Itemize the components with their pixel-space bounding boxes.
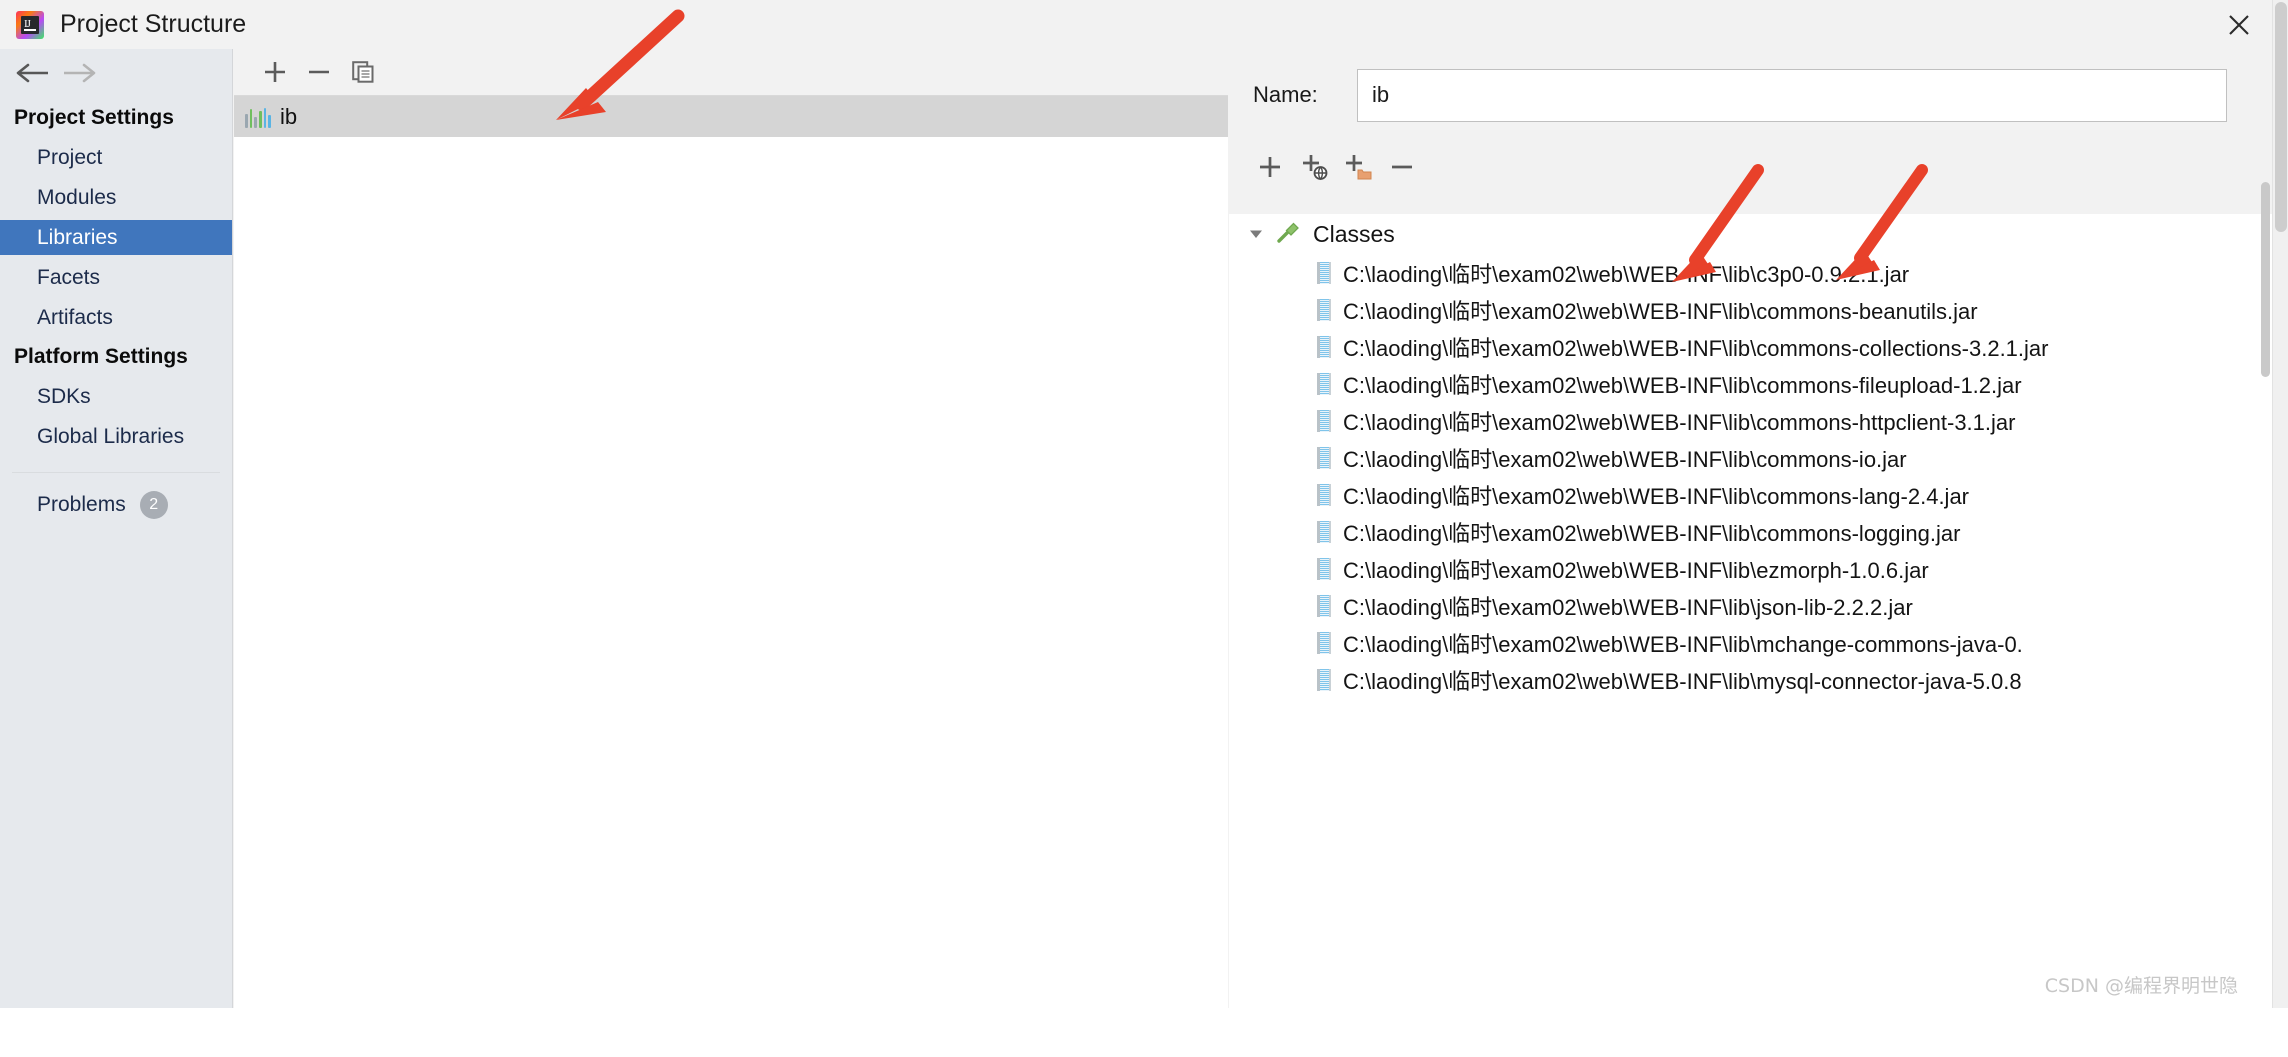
- problems-label: Problems: [37, 493, 126, 516]
- plus-icon[interactable]: [253, 52, 297, 92]
- jar-path-label: C:\laoding\临时\exam02\web\WEB-INF\lib\com…: [1343, 520, 1961, 546]
- sidebar-divider: [12, 472, 220, 473]
- sidebar-item-libraries[interactable]: Libraries: [0, 220, 232, 255]
- jar-file-icon: [1317, 298, 1331, 321]
- jar-path-label: C:\laoding\临时\exam02\web\WEB-INF\lib\com…: [1343, 335, 2049, 361]
- name-input[interactable]: [1357, 68, 2227, 122]
- title-bar: IJ Project Structure: [0, 0, 2272, 49]
- jar-file-icon: [1317, 631, 1331, 654]
- jar-path-label: C:\laoding\临时\exam02\web\WEB-INF\lib\mys…: [1343, 668, 2022, 694]
- arrow-left-icon[interactable]: [10, 53, 56, 93]
- library-editor-pane: Name: ib Classes C:\laoding\临时\exam02\we…: [1229, 49, 2272, 1008]
- library-name: ib: [280, 103, 298, 129]
- jar-file-icon: [1317, 520, 1331, 543]
- tree-row-jar[interactable]: C:\laoding\临时\exam02\web\WEB-INF\lib\com…: [1229, 439, 2272, 476]
- sidebar-item-problems[interactable]: Problems 2: [0, 486, 232, 524]
- tree-row-jar[interactable]: C:\laoding\临时\exam02\web\WEB-INF\lib\mys…: [1229, 661, 2272, 698]
- platform-settings-heading: Platform Settings: [14, 345, 188, 368]
- jar-path-label: C:\laoding\临时\exam02\web\WEB-INF\lib\com…: [1343, 298, 1978, 324]
- jar-file-icon: [1317, 335, 1331, 358]
- window-vertical-scrollbar[interactable]: [2272, 0, 2288, 1008]
- sidebar-item-project[interactable]: Project: [0, 140, 232, 175]
- tree-node-classes[interactable]: Classes: [1229, 214, 2272, 254]
- hammer-icon: [1273, 220, 1301, 248]
- jar-path-label: C:\laoding\临时\exam02\web\WEB-INF\lib\com…: [1343, 409, 2016, 435]
- roots-toolbar: [1229, 143, 2272, 191]
- scrollbar-thumb[interactable]: [2275, 2, 2287, 232]
- project-settings-heading: Project Settings: [14, 106, 174, 129]
- watermark-text: CSDN @编程界明世隐: [2044, 975, 2238, 997]
- triangle-down-icon[interactable]: [1243, 221, 1269, 247]
- tree-row-jar[interactable]: C:\laoding\临时\exam02\web\WEB-INF\lib\com…: [1229, 291, 2272, 328]
- jar-path-label: C:\laoding\临时\exam02\web\WEB-INF\lib\ezm…: [1343, 557, 1929, 583]
- jar-path-label: C:\laoding\临时\exam02\web\WEB-INF\lib\com…: [1343, 446, 1907, 472]
- library-bars-icon: [245, 106, 272, 128]
- jar-path-label: C:\laoding\临时\exam02\web\WEB-INF\lib\mch…: [1343, 631, 2023, 657]
- navigation-buttons: [0, 49, 232, 96]
- tree-row-jar[interactable]: C:\laoding\临时\exam02\web\WEB-INF\lib\com…: [1229, 328, 2272, 365]
- name-row: Name:: [1229, 49, 2272, 122]
- jar-path-label: C:\laoding\临时\exam02\web\WEB-INF\lib\com…: [1343, 372, 2022, 398]
- arrow-right-icon[interactable]: [56, 53, 102, 93]
- intellij-idea-icon: IJ: [16, 10, 44, 39]
- minus-icon[interactable]: [297, 52, 341, 92]
- sidebar-item-modules[interactable]: Modules: [0, 180, 232, 215]
- tree-row-jar[interactable]: C:\laoding\临时\exam02\web\WEB-INF\lib\com…: [1229, 402, 2272, 439]
- sidebar: Project Settings Project Modules Librari…: [0, 49, 233, 1008]
- tree-vertical-scrollbar[interactable]: [2260, 98, 2272, 1057]
- copy-icon[interactable]: [341, 52, 385, 92]
- jar-file-icon: [1317, 668, 1331, 691]
- jar-path-label: C:\laoding\临时\exam02\web\WEB-INF\lib\c3p…: [1343, 261, 1910, 287]
- tree-row-jar[interactable]: C:\laoding\临时\exam02\web\WEB-INF\lib\com…: [1229, 476, 2272, 513]
- jar-file-icon: [1317, 557, 1331, 580]
- libraries-pane: ib: [234, 49, 1228, 1008]
- tree-row-jar[interactable]: C:\laoding\临时\exam02\web\WEB-INF\lib\ezm…: [1229, 550, 2272, 587]
- tree-row-jar[interactable]: C:\laoding\临时\exam02\web\WEB-INF\lib\c3p…: [1229, 254, 2272, 291]
- sidebar-item-facets[interactable]: Facets: [0, 260, 232, 295]
- list-item[interactable]: ib: [234, 96, 1228, 137]
- scrollbar-thumb[interactable]: [2261, 182, 2270, 377]
- tree-row-jar[interactable]: C:\laoding\临时\exam02\web\WEB-INF\lib\com…: [1229, 513, 2272, 550]
- plus-globe-icon[interactable]: [1292, 147, 1336, 187]
- jar-path-label: C:\laoding\临时\exam02\web\WEB-INF\lib\com…: [1343, 483, 1970, 509]
- problems-count-badge: 2: [139, 491, 168, 519]
- sidebar-item-sdks[interactable]: SDKs: [0, 379, 232, 414]
- library-list: ib: [234, 96, 1228, 1008]
- jar-file-icon: [1317, 372, 1331, 395]
- jar-file-icon: [1317, 261, 1331, 284]
- sidebar-item-global-libraries[interactable]: Global Libraries: [0, 419, 232, 454]
- minus-icon[interactable]: [1380, 147, 1424, 187]
- jar-path-label: C:\laoding\临时\exam02\web\WEB-INF\lib\jso…: [1343, 594, 1913, 620]
- close-icon[interactable]: [2206, 0, 2272, 49]
- library-roots-tree: Classes C:\laoding\临时\exam02\web\WEB-INF…: [1229, 214, 2272, 1008]
- jar-file-icon: [1317, 483, 1331, 506]
- jar-file-icon: [1317, 594, 1331, 617]
- libraries-toolbar: [234, 49, 1228, 96]
- name-label: Name:: [1253, 82, 1318, 107]
- plus-folder-icon[interactable]: [1336, 147, 1380, 187]
- jar-file-icon: [1317, 409, 1331, 432]
- jar-file-icon: [1317, 446, 1331, 469]
- tree-node-label: Classes: [1313, 220, 1395, 247]
- tree-row-jar[interactable]: C:\laoding\临时\exam02\web\WEB-INF\lib\jso…: [1229, 587, 2272, 624]
- tree-row-jar[interactable]: C:\laoding\临时\exam02\web\WEB-INF\lib\mch…: [1229, 624, 2272, 661]
- plus-icon[interactable]: [1248, 147, 1292, 187]
- project-structure-dialog: IJ Project Structure Project Settings Pr…: [0, 0, 2272, 1008]
- page-title: Project Structure: [60, 10, 247, 38]
- sidebar-item-artifacts[interactable]: Artifacts: [0, 300, 232, 335]
- tree-row-jar[interactable]: C:\laoding\临时\exam02\web\WEB-INF\lib\com…: [1229, 365, 2272, 402]
